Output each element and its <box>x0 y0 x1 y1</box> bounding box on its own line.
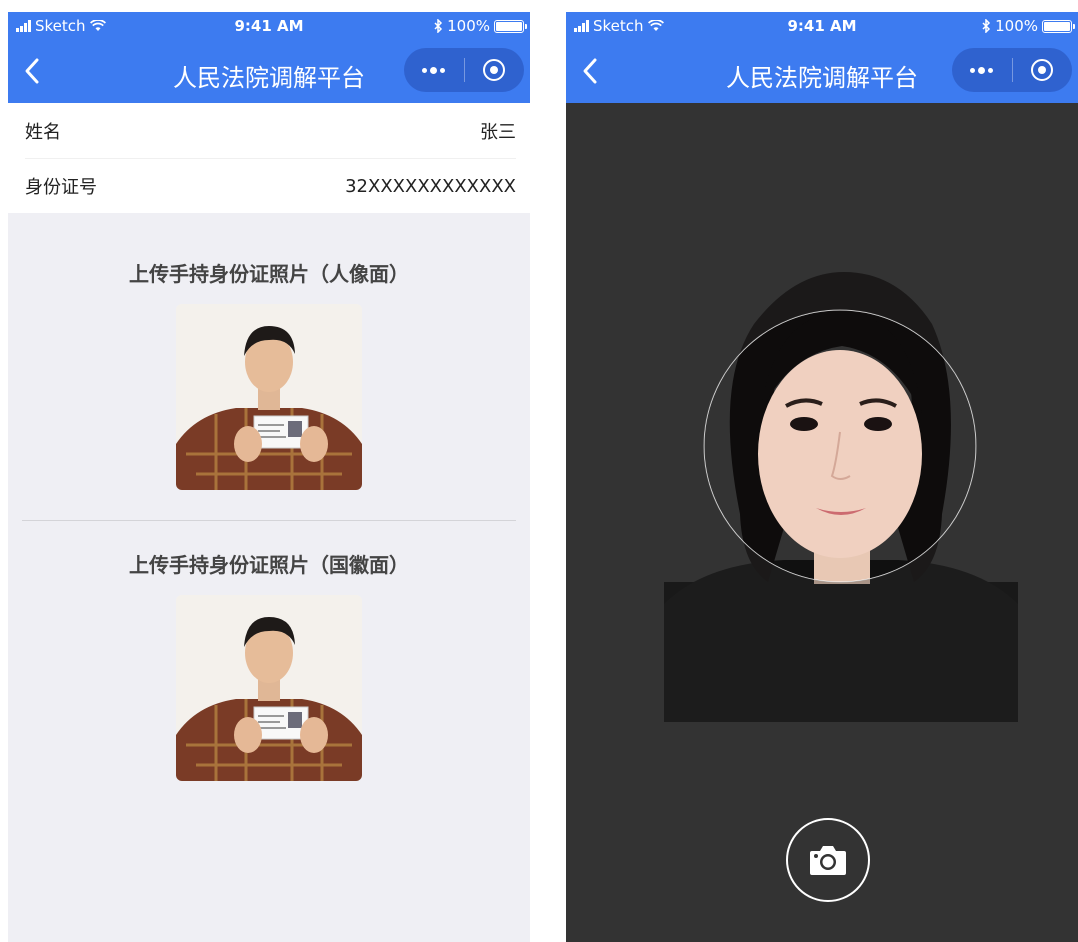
name-row: 姓名 张三 <box>25 103 516 158</box>
id-number-value: 32XXXXXXXXXXXX <box>345 175 516 197</box>
battery-icon <box>1042 19 1075 33</box>
camera-preview-portrait <box>664 264 1018 722</box>
id-front-photo[interactable] <box>176 304 362 490</box>
bluetooth-icon <box>982 19 991 33</box>
person-holding-id-image <box>176 595 362 781</box>
battery-percent: 100% <box>995 17 1038 35</box>
upload-front-section: 上传手持身份证照片（人像面） <box>8 213 530 490</box>
more-dots-icon[interactable] <box>952 48 1012 92</box>
battery-icon <box>494 19 527 33</box>
mini-program-capsule <box>404 48 524 92</box>
more-dots-icon[interactable] <box>404 48 464 92</box>
camera-icon <box>810 846 846 875</box>
name-value: 张三 <box>480 121 516 143</box>
face-capture-screen: Sketch 9:41 AM 100% 人民法院调解平台 <box>566 12 1078 942</box>
id-number-row: 身份证号 32XXXXXXXXXXXX <box>25 158 516 213</box>
status-bar: Sketch 9:41 AM 100% <box>8 12 530 42</box>
nav-bar: 人民法院调解平台 <box>566 42 1078 103</box>
shutter-button[interactable] <box>786 818 870 902</box>
name-label: 姓名 <box>25 121 61 143</box>
target-circle-icon[interactable] <box>1013 48 1073 92</box>
upload-back-title: 上传手持身份证照片（国徽面） <box>129 553 409 577</box>
upload-front-title: 上传手持身份证照片（人像面） <box>129 262 409 286</box>
upload-back-section: 上传手持身份证照片（国徽面） <box>8 521 530 781</box>
id-back-photo[interactable] <box>176 595 362 781</box>
identity-info: 姓名 张三 身份证号 32XXXXXXXXXXXX <box>8 103 530 213</box>
battery-percent: 100% <box>447 17 490 35</box>
person-holding-id-image <box>176 304 362 490</box>
bluetooth-icon <box>434 19 443 33</box>
id-number-label: 身份证号 <box>25 177 97 198</box>
status-bar: Sketch 9:41 AM 100% <box>566 12 1078 42</box>
mini-program-capsule <box>952 48 1072 92</box>
target-circle-icon[interactable] <box>465 48 525 92</box>
nav-bar: 人民法院调解平台 <box>8 42 530 103</box>
upload-id-screen: Sketch 9:41 AM 100% 人民法院调解平台 姓名 张三 身份证号 … <box>8 12 530 942</box>
